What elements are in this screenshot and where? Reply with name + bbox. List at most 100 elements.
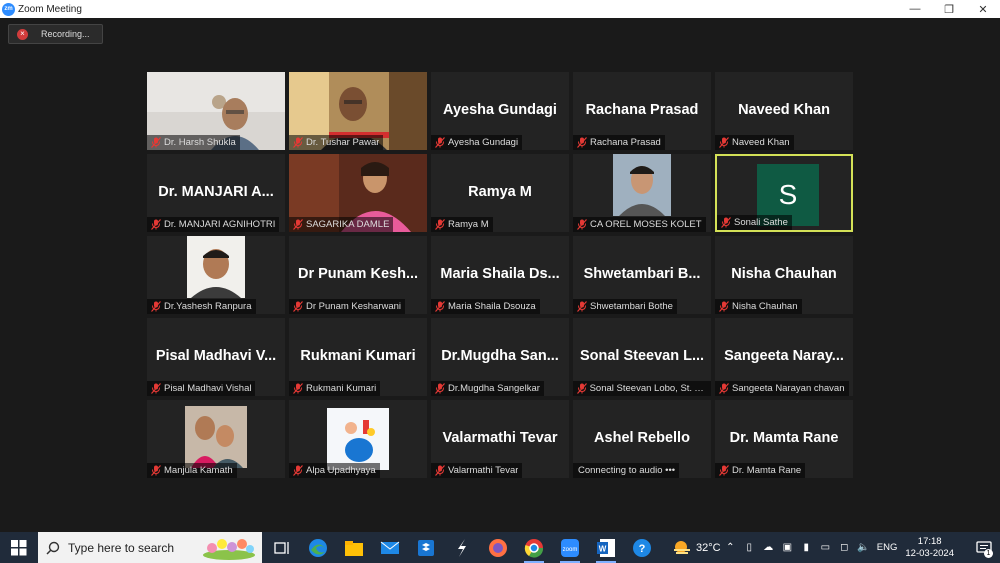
muted-mic-icon [291, 381, 305, 396]
participant-tile[interactable]: SAGARIKA DAMLE [289, 154, 427, 232]
stop-recording-icon[interactable]: × [17, 28, 28, 40]
participant-name-label: Rukmani Kumari [289, 381, 381, 396]
participant-tile[interactable]: Ayesha Gundagi Ayesha Gundagi [431, 72, 569, 150]
participant-label-text: Ramya M [448, 219, 489, 230]
participant-display-name: Ramya M [468, 184, 532, 200]
participant-label-text: Sonal Steevan Lobo, St. Al... [589, 383, 707, 394]
chrome-icon[interactable] [516, 532, 552, 563]
participant-tile[interactable]: Dr. Harsh Shukla [147, 72, 285, 150]
participant-label-text: Connecting to audio ••• [578, 465, 676, 476]
participant-tile[interactable]: Alpa Upadhyaya [289, 400, 427, 478]
participant-name-label: Dr. MANJARI AGNIHOTRI [147, 217, 280, 232]
participant-label-text: Ayesha Gundagi [448, 137, 519, 148]
participant-tile[interactable]: Manjula Kamath [147, 400, 285, 478]
participant-tile[interactable]: Ashel Rebello Connecting to audio ••• [573, 400, 711, 478]
participant-name-label: CA OREL MOSES KOLET [573, 217, 706, 232]
participant-tile[interactable]: Naveed Khan Naveed Khan [715, 72, 853, 150]
word-icon[interactable]: W [588, 532, 624, 563]
participant-tile[interactable]: CA OREL MOSES KOLET [573, 154, 711, 232]
help-icon[interactable]: ? [624, 532, 660, 563]
participant-label-text: Dr Punam Kesharwani [306, 301, 402, 312]
chevron-up-icon[interactable]: ⌃ [721, 542, 740, 553]
participant-label-text: Valarmathi Tevar [448, 465, 519, 476]
participant-tile[interactable]: Dr.Yashesh Ranpura [147, 236, 285, 314]
participant-tile[interactable]: Pisal Madhavi V... Pisal Madhavi Vishal [147, 318, 285, 396]
recording-indicator[interactable]: × Recording... [8, 24, 103, 44]
participant-tile[interactable]: Dr. Tushar Pawar [289, 72, 427, 150]
participant-label-text: Rachana Prasad [590, 137, 661, 148]
participant-name-label: Nisha Chauhan [715, 299, 802, 314]
participant-display-name: Valarmathi Tevar [442, 430, 558, 446]
participant-display-name: Naveed Khan [738, 102, 830, 118]
volume-icon[interactable]: 🔈 [854, 542, 873, 553]
participant-tile[interactable]: Dr. Mamta Rane Dr. Mamta Rane [715, 400, 853, 478]
notification-center-button[interactable]: 1 [972, 532, 996, 563]
participant-tile[interactable]: Sonal Steevan L... Sonal Steevan Lobo, St… [573, 318, 711, 396]
system-tray: ⌃ ▯ ☁ ▣ ▮ ▭ ◻ 🔈 ENG 17:18 12-03-2024 1 [721, 532, 1000, 563]
task-view-icon[interactable] [264, 532, 300, 563]
participant-name-label: SAGARIKA DAMLE [289, 217, 394, 232]
participant-tile[interactable]: Ramya M Ramya M [431, 154, 569, 232]
participant-display-name: Dr. MANJARI A... [158, 184, 274, 200]
clock-date: 12-03-2024 [905, 547, 954, 559]
participant-label-text: CA OREL MOSES KOLET [590, 219, 702, 230]
onedrive-cloud-icon[interactable]: ☁ [759, 542, 778, 553]
participant-tile[interactable]: Nisha Chauhan Nisha Chauhan [715, 236, 853, 314]
start-button[interactable] [0, 532, 38, 563]
s-app-icon[interactable] [444, 532, 480, 563]
weather-temp: 32°C [696, 541, 721, 554]
participant-tile[interactable]: Dr. MANJARI A... Dr. MANJARI AGNIHOTRI [147, 154, 285, 232]
weather-widget[interactable]: 32°C [672, 540, 721, 556]
edge-icon[interactable] [300, 532, 336, 563]
minimize-button[interactable]: — [898, 0, 932, 18]
firefox-icon[interactable] [480, 532, 516, 563]
participant-tile[interactable]: Shwetambari B... Shwetambari Bothe [573, 236, 711, 314]
participant-display-name: Sangeeta Naray... [724, 348, 844, 364]
network-icon[interactable]: ◻ [835, 542, 854, 553]
participant-label-text: Dr.Yashesh Ranpura [164, 301, 252, 312]
participant-display-name: Ashel Rebello [594, 430, 690, 446]
participant-tile[interactable]: Valarmathi Tevar Valarmathi Tevar [431, 400, 569, 478]
taskbar-search[interactable]: Type here to search [38, 532, 262, 563]
notification-count: 1 [984, 549, 993, 558]
participant-tile[interactable]: Sangeeta Naray... Sangeeta Narayan chavan [715, 318, 853, 396]
participant-tile[interactable]: S Sonali Sathe [715, 154, 853, 232]
recording-label: Recording... [41, 29, 90, 39]
participant-display-name: Sonal Steevan L... [579, 348, 705, 364]
participant-tile[interactable]: Dr Punam Kesh... Dr Punam Kesharwani [289, 236, 427, 314]
muted-mic-icon [717, 135, 731, 150]
dropbox-icon[interactable] [408, 532, 444, 563]
battery-icon[interactable]: ▭ [816, 542, 835, 553]
muted-mic-icon [719, 215, 733, 230]
participant-name-label: Dr. Mamta Rane [715, 463, 806, 478]
meet-now-icon[interactable]: ▯ [740, 542, 759, 553]
participant-label-text: Alpa Upadhyaya [306, 465, 376, 476]
display-icon[interactable]: ▣ [778, 542, 797, 553]
close-button[interactable]: ✕ [966, 0, 1000, 18]
participant-tile[interactable]: Rukmani Kumari Rukmani Kumari [289, 318, 427, 396]
participant-tile[interactable]: Rachana Prasad Rachana Prasad [573, 72, 711, 150]
muted-mic-icon [433, 217, 447, 232]
participant-name-label: Dr. Harsh Shukla [147, 135, 240, 150]
muted-mic-icon [149, 463, 163, 478]
participant-tile[interactable]: Maria Shaila Ds... Maria Shaila Dsouza [431, 236, 569, 314]
search-icon [38, 541, 68, 555]
muted-mic-icon [149, 217, 163, 232]
muted-mic-icon [717, 381, 731, 396]
system-clock[interactable]: 17:18 12-03-2024 [905, 536, 954, 560]
restore-button[interactable]: ❐ [932, 0, 966, 18]
mail-icon[interactable] [372, 532, 408, 563]
participant-display-name: Maria Shaila Ds... [440, 266, 560, 282]
participant-label-text: SAGARIKA DAMLE [306, 219, 390, 230]
participant-tile[interactable]: Dr.Mugdha San... Dr.Mugdha Sangelkar [431, 318, 569, 396]
zoom-icon[interactable]: zoom [552, 532, 588, 563]
svg-text:zoom: zoom [563, 547, 578, 553]
usb-icon[interactable]: ▮ [797, 542, 816, 553]
file-explorer-icon[interactable] [336, 532, 372, 563]
participant-name-label: Dr.Mugdha Sangelkar [431, 381, 544, 396]
windows-icon [11, 539, 27, 555]
participant-name-label: Manjula Kamath [147, 463, 237, 478]
input-language[interactable]: ENG [877, 542, 898, 553]
participant-name-label: Ramya M [431, 217, 493, 232]
participant-display-name: Dr. Mamta Rane [729, 430, 839, 446]
